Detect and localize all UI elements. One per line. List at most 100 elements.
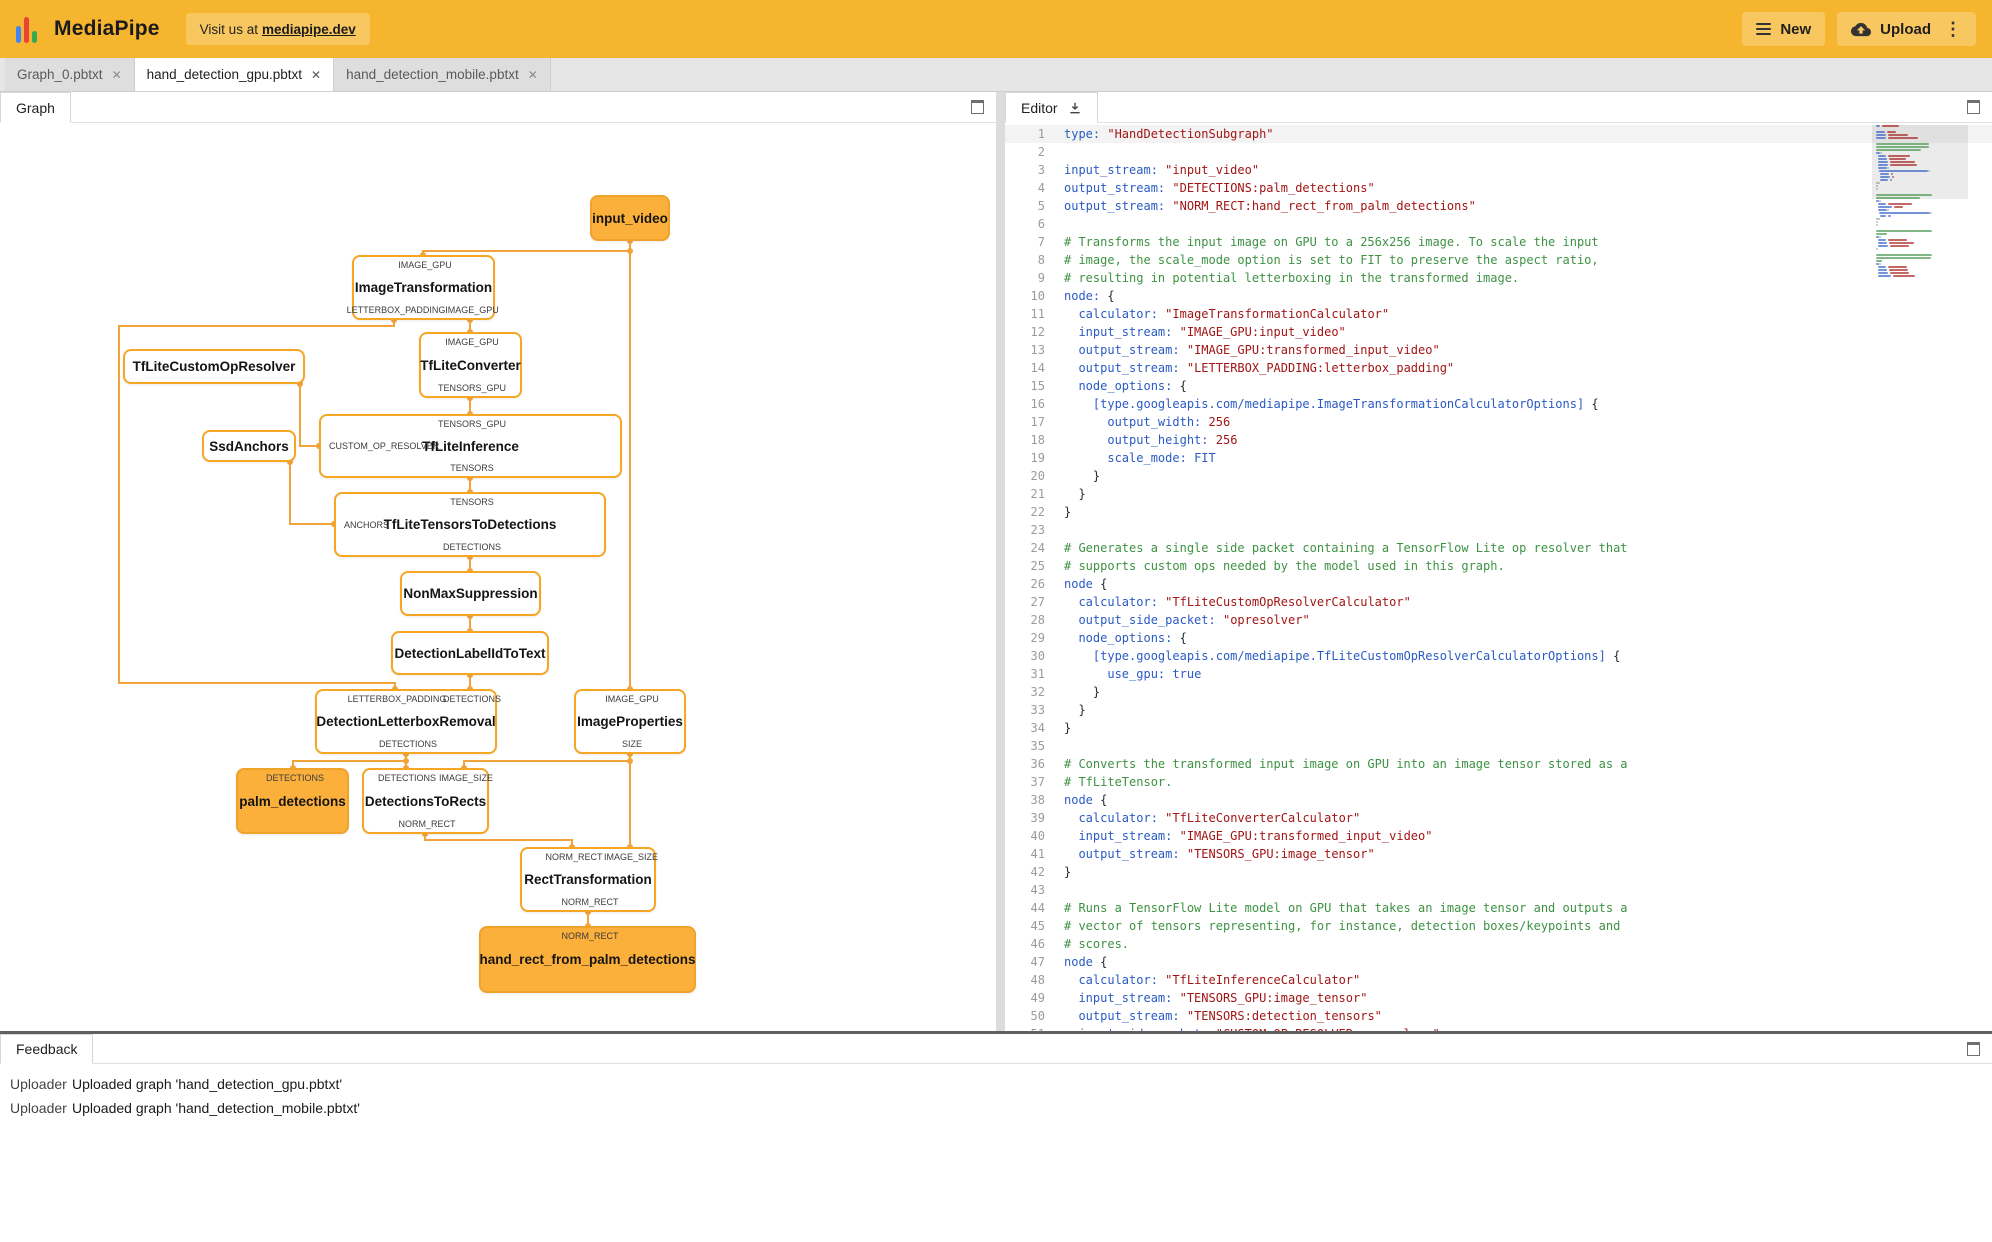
expand-feedback-panel-icon[interactable] xyxy=(1967,1041,1980,1056)
graph-tab-label: Graph xyxy=(16,99,55,116)
graph-node-DetectionLetterboxRemoval[interactable]: DetectionLetterboxRemoval LETTERBOX_PADDI… xyxy=(315,689,501,754)
download-icon[interactable] xyxy=(1068,101,1082,115)
graph-node-DetectionLabelIdToText[interactable]: DetectionLabelIdToText xyxy=(391,631,549,675)
code-line[interactable]: 15 node_options: { xyxy=(1005,377,1992,395)
code-line[interactable]: 12 input_stream: "IMAGE_GPU:input_video" xyxy=(1005,323,1992,341)
close-tab-icon[interactable]: ✕ xyxy=(112,68,122,82)
new-button[interactable]: New xyxy=(1742,12,1826,46)
code-line[interactable]: 19 scale_mode: FIT xyxy=(1005,449,1992,467)
new-button-label: New xyxy=(1780,20,1812,38)
vertical-splitter[interactable] xyxy=(996,92,1005,1031)
file-tab-graph0[interactable]: Graph_0.pbtxt ✕ xyxy=(5,58,135,91)
code-line[interactable]: 8 # image, the scale_mode option is set t… xyxy=(1005,251,1992,269)
code-line[interactable]: 43 xyxy=(1005,881,1992,899)
code-line[interactable]: 39 calculator: "TfLiteConverterCalculato… xyxy=(1005,809,1992,827)
code-line[interactable]: 25 # supports custom ops needed by the mo… xyxy=(1005,557,1992,575)
code-editor[interactable]: 1 type: "HandDetectionSubgraph" 2 3 input_st… xyxy=(1005,123,1992,1031)
code-line[interactable]: 4 output_stream: "DETECTIONS:palm_detecti… xyxy=(1005,179,1992,197)
code-line[interactable]: 46 # scores. xyxy=(1005,935,1992,953)
code-line[interactable]: 7 # Transforms the input image on GPU to … xyxy=(1005,233,1992,251)
graph-node-NonMaxSuppression[interactable]: NonMaxSuppression xyxy=(400,571,541,616)
graph-node-ImageTransformation[interactable]: ImageTransformation IMAGE_GPU LETTERBOX_PA… xyxy=(347,255,499,320)
line-number: 48 xyxy=(1030,973,1045,987)
code-line[interactable]: 42} xyxy=(1005,863,1992,881)
feedback-tab[interactable]: Feedback xyxy=(0,1034,94,1064)
graph-node-TfLiteInference[interactable]: TfLiteInference TENSORS_GPU TENSORS CUSTOM_… xyxy=(319,414,622,478)
code-line[interactable]: 1 type: "HandDetectionSubgraph" xyxy=(1005,125,1992,143)
code-line[interactable]: 27 calculator: "TfLiteCustomOpResolverCa… xyxy=(1005,593,1992,611)
code-line[interactable]: 35 xyxy=(1005,737,1992,755)
code-line[interactable]: 34} xyxy=(1005,719,1992,737)
code-line[interactable]: 36 # Converts the transformed input image… xyxy=(1005,755,1992,773)
file-tab-hand-detection-mobile[interactable]: hand_detection_mobile.pbtxt ✕ xyxy=(334,58,551,91)
code-line[interactable]: 32 } xyxy=(1005,683,1992,701)
graph-node-TfLiteCustomOpResolver[interactable]: TfLiteCustomOpResolver xyxy=(123,349,305,384)
code-line[interactable]: 24 # Generates a single side packet conta… xyxy=(1005,539,1992,557)
mediapipe-visualizer: MediaPipe Visit us at mediapipe.dev New … xyxy=(0,0,1992,1242)
code-line[interactable]: 30 [type.googleapis.com/mediapipe.TfLite… xyxy=(1005,647,1992,665)
visit-link[interactable]: mediapipe.dev xyxy=(262,22,356,37)
code-line[interactable]: 47 node { xyxy=(1005,953,1992,971)
code-line[interactable]: 16 [type.googleapis.com/mediapipe.ImageT… xyxy=(1005,395,1992,413)
expand-graph-panel-icon[interactable] xyxy=(971,100,984,114)
graph-node-RectTransformation[interactable]: RectTransformation NORM_RECT IMAGE_SIZE NOR… xyxy=(520,847,658,912)
code-line[interactable]: 11 calculator: "ImageTransformationCalcu… xyxy=(1005,305,1992,323)
code-line[interactable]: 3 input_stream: "input_video" xyxy=(1005,161,1992,179)
code-line[interactable]: 33 } xyxy=(1005,701,1992,719)
graph-canvas[interactable]: input_video ImageTransformation IMAGE_GPU L… xyxy=(0,123,996,1031)
code-line[interactable]: 37 # TfLiteTensor. xyxy=(1005,773,1992,791)
more-options-icon[interactable]: ⋮ xyxy=(1944,19,1962,40)
graph-node-SsdAnchors[interactable]: SsdAnchors xyxy=(202,430,296,462)
editor-tab[interactable]: Editor xyxy=(1005,92,1098,123)
node-title: DetectionLabelIdToText xyxy=(394,645,546,661)
graph-node-palm_detections[interactable]: palm_detections DETECTIONS xyxy=(236,768,349,834)
code-line[interactable]: 13 output_stream: "IMAGE_GPU:transformed… xyxy=(1005,341,1992,359)
graph-node-TfLiteConverter[interactable]: TfLiteConverter IMAGE_GPU TENSORS_GPU xyxy=(419,332,522,398)
code-line[interactable]: 2 xyxy=(1005,143,1992,161)
code-line[interactable]: 44 # Runs a TensorFlow Lite model on GPU … xyxy=(1005,899,1992,917)
code-line[interactable]: 50 output_stream: "TENSORS:detection_ten… xyxy=(1005,1007,1992,1025)
graph-node-TfLiteTensorsToDetections[interactable]: TfLiteTensorsToDetections TENSORS DETECTIO… xyxy=(334,492,606,557)
line-number: 44 xyxy=(1030,901,1045,915)
code-line[interactable]: 14 output_stream: "LETTERBOX_PADDING:let… xyxy=(1005,359,1992,377)
port-label: CUSTOM_OP_RESOLVER xyxy=(329,441,440,451)
code-line[interactable]: 26 node { xyxy=(1005,575,1992,593)
graph-node-DetectionsToRects[interactable]: DetectionsToRects DETECTIONS IMAGE_SIZE NOR… xyxy=(362,768,493,834)
code-line[interactable]: 38 node { xyxy=(1005,791,1992,809)
code-line[interactable]: 17 output_width: 256 xyxy=(1005,413,1992,431)
graph-panel-header: Graph xyxy=(0,92,996,123)
upload-button[interactable]: Upload ⋮ xyxy=(1837,12,1976,46)
minimap[interactable] xyxy=(1872,125,1968,1031)
code-line[interactable]: 10 node: { xyxy=(1005,287,1992,305)
line-number: 4 xyxy=(1037,181,1045,195)
code-line[interactable]: 6 xyxy=(1005,215,1992,233)
line-number: 15 xyxy=(1030,379,1045,393)
code-line[interactable]: 23 xyxy=(1005,521,1992,539)
code-line[interactable]: 28 output_side_packet: "opresolver" xyxy=(1005,611,1992,629)
code-line[interactable]: 21 } xyxy=(1005,485,1992,503)
code-line[interactable]: 40 input_stream: "IMAGE_GPU:transformed_… xyxy=(1005,827,1992,845)
line-number: 13 xyxy=(1030,343,1045,357)
close-tab-icon[interactable]: ✕ xyxy=(528,68,538,82)
code-line[interactable]: 29 node_options: { xyxy=(1005,629,1992,647)
code-line[interactable]: 5 output_stream: "NORM_RECT:hand_rect_fro… xyxy=(1005,197,1992,215)
code-line[interactable]: 49 input_stream: "TENSORS_GPU:image_tens… xyxy=(1005,989,1992,1007)
code-line[interactable]: 31 use_gpu: true xyxy=(1005,665,1992,683)
graph-node-ImageProperties[interactable]: ImageProperties IMAGE_GPU SIZE xyxy=(574,689,686,754)
code-line[interactable]: 41 output_stream: "TENSORS_GPU:image_ten… xyxy=(1005,845,1992,863)
code-line[interactable]: 9 # resulting in potential letterboxing i… xyxy=(1005,269,1992,287)
code-line[interactable]: 18 output_height: 256 xyxy=(1005,431,1992,449)
line-number: 32 xyxy=(1030,685,1045,699)
code-line[interactable]: 45 # vector of tensors representing, for … xyxy=(1005,917,1992,935)
expand-editor-panel-icon[interactable] xyxy=(1967,100,1980,114)
code-line[interactable]: 22} xyxy=(1005,503,1992,521)
close-tab-icon[interactable]: ✕ xyxy=(311,68,321,82)
graph-tab[interactable]: Graph xyxy=(0,92,71,123)
code-line[interactable]: 20 } xyxy=(1005,467,1992,485)
graph-node-input_video[interactable]: input_video xyxy=(590,195,670,241)
graph-node-hand_rect_from_palm_detections[interactable]: hand_rect_from_palm_detections NORM_RECT xyxy=(479,926,696,993)
file-tab-hand-detection-gpu[interactable]: hand_detection_gpu.pbtxt ✕ xyxy=(134,58,335,91)
code-line[interactable]: 51 input_side_packet: "CUSTOM_OP_RESOLVE… xyxy=(1005,1025,1992,1031)
code-line[interactable]: 48 calculator: "TfLiteInferenceCalculato… xyxy=(1005,971,1992,989)
node-title: DetectionsToRects xyxy=(364,793,487,809)
